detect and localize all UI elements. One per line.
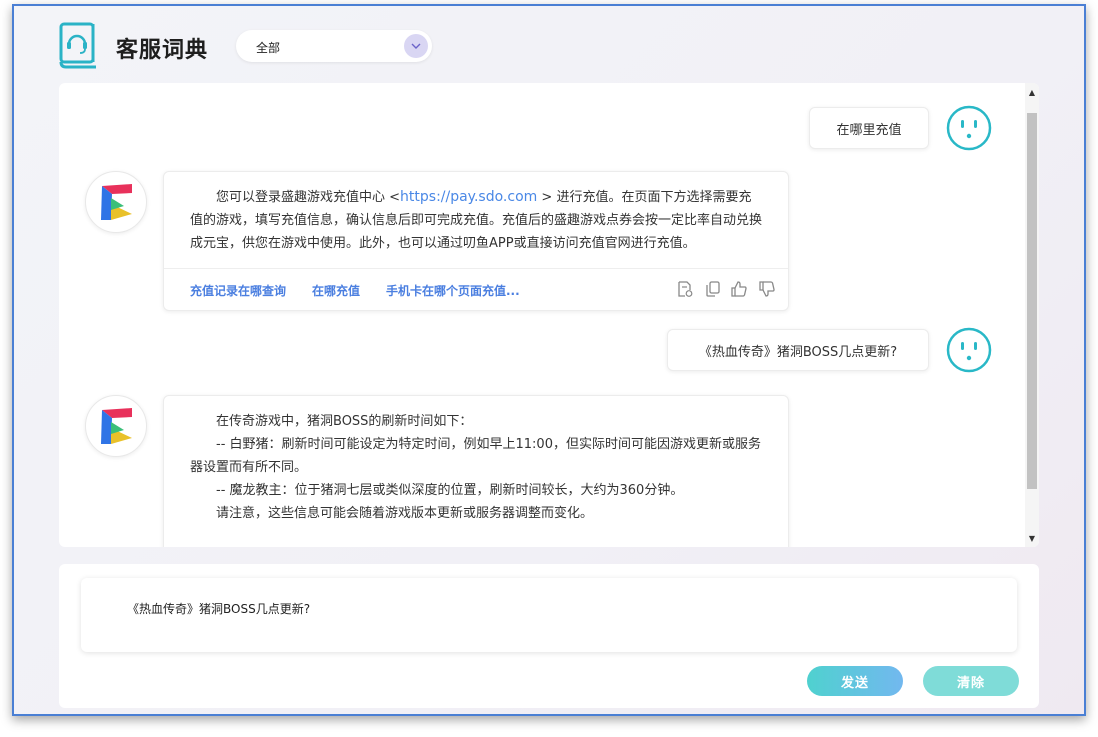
input-panel: 《热血传奇》猪洞BOSS几点更新? 发送 清除: [59, 564, 1039, 708]
bot-message-line: -- 魔龙教主：位于猪洞七层或类似深度的位置，刷新时间较长，大约为360分钟。: [216, 483, 684, 498]
pay-link[interactable]: https://pay.sdo.com: [400, 189, 537, 205]
document-settings-icon[interactable]: [676, 280, 694, 298]
scrollbar-thumb[interactable]: [1027, 113, 1037, 489]
thumbs-up-icon[interactable]: [730, 280, 748, 298]
related-question-link[interactable]: 在哪充值: [312, 282, 360, 299]
app-title: 客服词典: [116, 38, 209, 63]
thumbs-down-icon[interactable]: [758, 280, 776, 298]
bot-avatar: [85, 395, 147, 457]
user-message-text: 《热血传奇》猪洞BOSS几点更新?: [698, 344, 898, 360]
bot-avatar: [85, 171, 147, 233]
bot-message-line: 请注意，这些信息可能会随着游戏版本更新或服务器调整而变化。: [216, 506, 594, 521]
bot-message-body: 您可以登录盛趣游戏充值中心 <https://pay.sdo.com > 进行充…: [164, 172, 788, 255]
message-input[interactable]: 《热血传奇》猪洞BOSS几点更新?: [81, 578, 1017, 652]
bot-message-footer: 充值记录在哪查询 在哪充值 手机卡在哪个页面充值...: [164, 268, 788, 310]
chat-panel: 在哪里充值 您可以登录盛趣游戏充值中心 <https://pay.sdo.com…: [59, 83, 1039, 547]
user-message-text: 在哪里充值: [836, 122, 902, 138]
brand-logo-icon: [101, 184, 132, 220]
user-message: 在哪里充值: [809, 107, 929, 149]
bot-message: 在传奇游戏中，猪洞BOSS的刷新时间如下： -- 白野猪：刷新时间可能设定为特定…: [163, 395, 789, 547]
scroll-down-arrow-icon[interactable]: ▼: [1025, 531, 1039, 545]
header: 客服词典 全部: [14, 6, 1084, 82]
user-message: 《热血传奇》猪洞BOSS几点更新?: [667, 329, 929, 371]
category-select[interactable]: 全部: [236, 30, 432, 62]
bot-message: 您可以登录盛趣游戏充值中心 <https://pay.sdo.com > 进行充…: [163, 171, 789, 311]
related-question-link[interactable]: 手机卡在哪个页面充值...: [386, 282, 520, 299]
dictionary-logo-icon: [59, 22, 96, 69]
bot-message-line: 在传奇游戏中，猪洞BOSS的刷新时间如下：: [216, 414, 473, 429]
chevron-down-icon[interactable]: [404, 34, 428, 58]
category-selected-value: 全部: [256, 41, 281, 55]
bot-message-line: -- 白野猪：刷新时间可能设定为特定时间，例如早上11:00，但实际时间可能因游…: [190, 437, 761, 475]
brand-logo-icon: [101, 408, 132, 444]
user-avatar-icon: [946, 105, 992, 151]
scroll-up-arrow-icon[interactable]: ▲: [1025, 85, 1039, 99]
chat-scrollbar[interactable]: ▲ ▼: [1025, 83, 1039, 547]
copy-icon[interactable]: [704, 280, 722, 298]
user-avatar-icon: [946, 327, 992, 373]
clear-button[interactable]: 清除: [923, 666, 1019, 696]
bot-message-body: 在传奇游戏中，猪洞BOSS的刷新时间如下： -- 白野猪：刷新时间可能设定为特定…: [164, 396, 788, 525]
related-question-link[interactable]: 充值记录在哪查询: [190, 282, 286, 299]
bot-message-text: 您可以登录盛趣游戏充值中心 <: [216, 190, 401, 205]
app-window: 客服词典 全部 在哪里充值 您可以登录盛趣游戏充值中心 <https://pay…: [12, 4, 1086, 716]
send-button[interactable]: 发送: [807, 666, 903, 696]
